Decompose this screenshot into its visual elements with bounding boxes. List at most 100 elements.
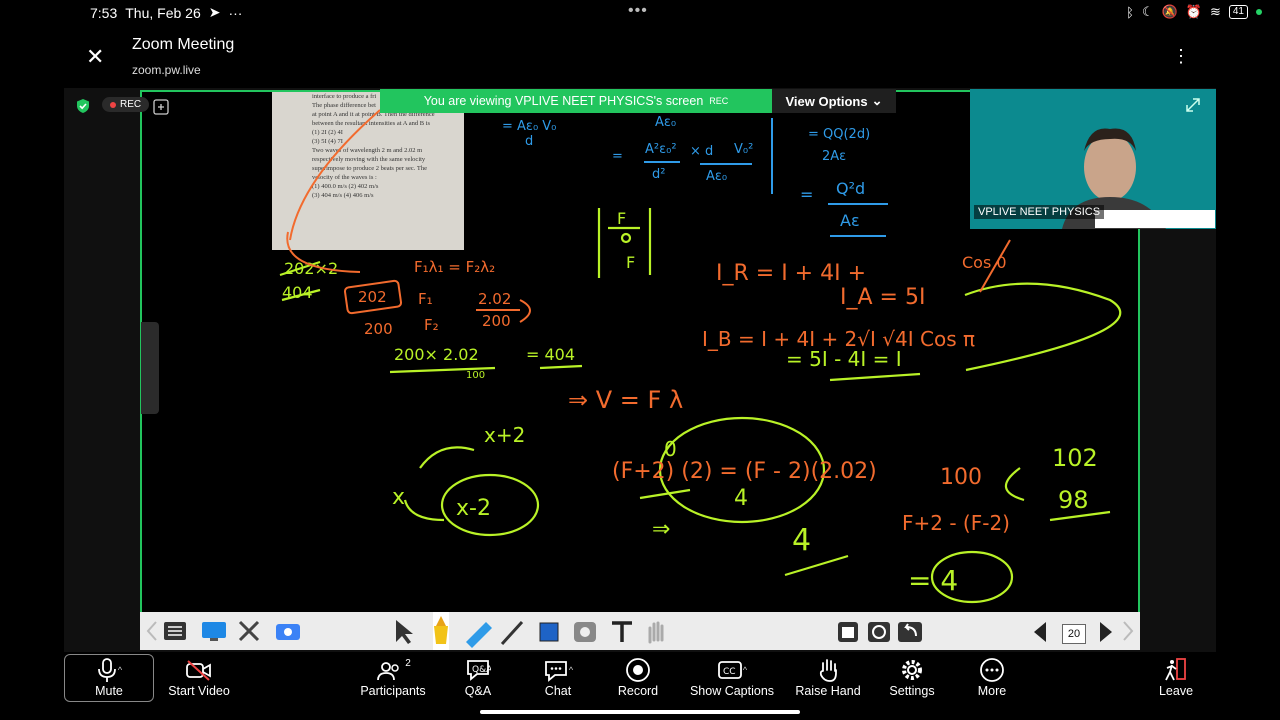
ink-text: 200 xyxy=(364,320,393,338)
leave-label: Leave xyxy=(1158,684,1194,698)
ink-text: = 404 xyxy=(526,345,575,364)
ink-text: F₁ xyxy=(418,290,433,308)
participants-label: Participants xyxy=(360,684,426,698)
view-options-button[interactable]: View Options ⌄ xyxy=(772,89,896,113)
view-options-label: View Options xyxy=(785,93,868,109)
shape-icon[interactable] xyxy=(539,622,559,642)
ink-text: 102 xyxy=(1052,444,1098,472)
settings-label: Settings xyxy=(889,684,935,698)
ink-text: d xyxy=(525,134,533,149)
gear-icon xyxy=(902,660,922,680)
ink-text: 200× 2.02 xyxy=(394,345,479,364)
record-button[interactable]: Record xyxy=(598,656,678,698)
ink-text: 200 xyxy=(482,312,511,330)
participants-icon xyxy=(377,662,399,681)
ink-text: F₂ xyxy=(424,316,439,334)
ink-text: 100 xyxy=(940,465,982,490)
leave-button[interactable]: Leave xyxy=(1136,656,1216,698)
settings-button[interactable]: Settings xyxy=(872,656,952,698)
ink-text: 2Aε xyxy=(822,149,846,164)
ink-text: d² xyxy=(652,167,665,182)
chevron-down-icon: ⌄ xyxy=(871,93,883,108)
ink-text: x+2 xyxy=(484,423,525,447)
expand-video-icon[interactable] xyxy=(1184,96,1202,114)
qa-button[interactable]: Q&A Q&A xyxy=(438,656,518,698)
pen-icon[interactable] xyxy=(500,620,524,646)
menu-icon[interactable] xyxy=(164,622,186,640)
prev-page-icon[interactable] xyxy=(1034,622,1046,642)
marker-icon[interactable] xyxy=(466,622,492,648)
qa-label: Q&A xyxy=(464,684,492,698)
more-button[interactable]: More xyxy=(952,656,1032,698)
chevron-up-icon[interactable]: ^ xyxy=(743,665,747,675)
qa-icon: Q&A xyxy=(467,660,491,681)
video-overlay-band xyxy=(1095,210,1215,228)
chat-button[interactable]: ^ Chat xyxy=(518,656,598,698)
undo-icon[interactable] xyxy=(898,622,922,642)
hand-raise-icon xyxy=(819,659,837,682)
start-video-button[interactable]: Start Video xyxy=(158,656,240,698)
toolbar-arrow-left-icon[interactable] xyxy=(146,621,157,641)
ink-text: 2.02 xyxy=(478,290,511,308)
presenter-name: VPLIVE NEET PHYSICS xyxy=(974,205,1105,219)
show-captions-button[interactable]: CC ^ Show Captions xyxy=(684,656,780,698)
raise-hand-button[interactable]: Raise Hand xyxy=(788,656,868,698)
page-number[interactable]: 20 xyxy=(1062,624,1086,644)
ink-text: A²ε₀² xyxy=(645,142,677,157)
highlighter-icon[interactable] xyxy=(433,612,449,650)
svg-text:CC: CC xyxy=(723,667,736,677)
participants-button[interactable]: 2 Participants xyxy=(353,656,433,699)
ink-text: (F+2) (2) = (F - 2)(2.02) xyxy=(612,459,877,484)
chat-icon xyxy=(544,661,567,682)
clipboard-icon[interactable] xyxy=(838,622,858,642)
screen-icon[interactable] xyxy=(202,622,226,641)
chevron-up-icon[interactable]: ^ xyxy=(569,665,573,675)
chevron-up-icon[interactable]: ^ xyxy=(118,665,122,675)
ink-text: F xyxy=(617,209,626,228)
video-off-icon xyxy=(186,660,211,681)
camera-icon[interactable] xyxy=(276,624,300,640)
ink-text: F+2 - (F-2) xyxy=(902,511,1010,535)
ink-text: V₀² xyxy=(734,142,753,157)
settings-wheel-icon[interactable] xyxy=(868,622,890,642)
ink-text: = xyxy=(800,185,813,204)
eraser-icon[interactable] xyxy=(574,622,596,642)
ink-text: I_A = 5I xyxy=(840,285,925,310)
ink-text: = Aε₀ V₀ xyxy=(502,119,556,134)
toolbar-arrow-right-icon[interactable] xyxy=(1123,621,1134,641)
whiteboard-tools xyxy=(146,612,1134,650)
ink-text: Aε xyxy=(840,211,860,230)
chat-label: Chat xyxy=(544,684,572,698)
ink-text: = xyxy=(612,149,623,164)
banner-text: You are viewing VPLIVE NEET PHYSICS's sc… xyxy=(423,94,704,108)
ink-text: Aε₀ xyxy=(706,169,727,184)
ink-text: Aε₀ xyxy=(655,115,676,130)
ink-text: Q²d xyxy=(836,179,865,198)
home-indicator[interactable] xyxy=(480,710,800,714)
ink-text: I_B = I + 4I + 2√I √4I Cos π xyxy=(702,327,975,351)
ink-text: 404 xyxy=(282,283,313,302)
ink-text: ⇒ xyxy=(652,517,670,542)
record-label: Record xyxy=(617,684,659,698)
hand-icon[interactable] xyxy=(648,621,664,644)
text-tool-icon[interactable] xyxy=(612,621,632,642)
ink-text: 98 xyxy=(1058,486,1089,514)
ink-text: I_R = I + 4I + xyxy=(716,261,866,286)
ink-text: = 4 xyxy=(908,564,958,597)
ink-text: ⇒ V = F λ xyxy=(568,386,683,414)
pointer-icon[interactable] xyxy=(396,620,413,644)
ink-text: 4 xyxy=(792,523,811,558)
ink-text: 0 xyxy=(664,437,677,461)
ink-text: 100 xyxy=(466,370,485,381)
participants-count: 2 xyxy=(405,657,411,669)
next-page-icon[interactable] xyxy=(1100,622,1112,642)
ink-text: x-2 xyxy=(456,496,491,521)
banner-rec: REC xyxy=(709,96,729,106)
more-label: More xyxy=(977,684,1007,698)
ink-text: F xyxy=(626,253,635,272)
mute-button[interactable]: ^ Mute xyxy=(69,656,149,698)
mute-label: Mute xyxy=(95,684,123,698)
record-icon xyxy=(626,658,650,682)
tools-icon[interactable] xyxy=(238,620,260,642)
ink-text: 202×2 xyxy=(284,259,338,278)
